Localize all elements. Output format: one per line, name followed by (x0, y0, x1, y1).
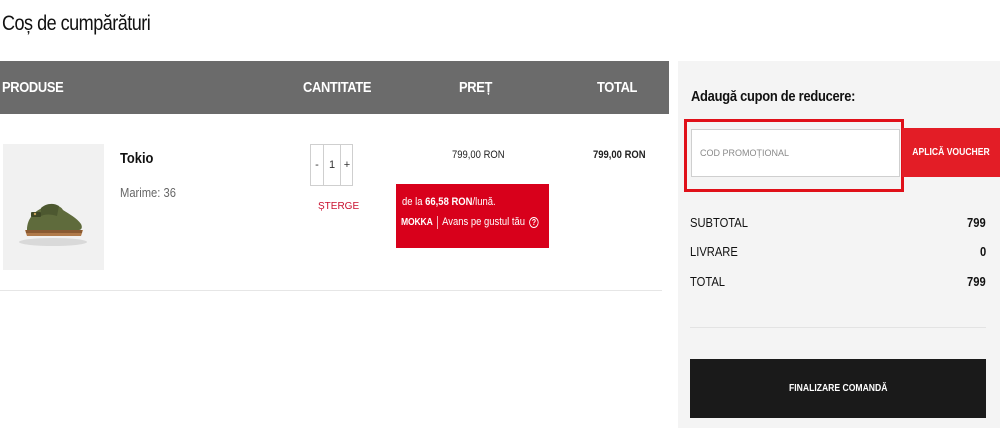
product-size: Marime: 36 (120, 185, 176, 200)
total-label: TOTAL (690, 274, 726, 289)
mokka-installment-banner[interactable]: de la 66,58 RON/lună. MOKKA Avans pe gus… (396, 184, 549, 248)
product-name[interactable]: Tokio (120, 150, 153, 167)
product-image[interactable] (3, 144, 104, 270)
mokka-tagline: Avans pe gustul tău (442, 216, 526, 228)
order-summary-panel: Adaugă cupon de reducere: APLICĂ VOUCHER… (678, 61, 1000, 428)
subtotal-line: SUBTOTAL 799 (690, 215, 986, 233)
mokka-brand-line: MOKKA Avans pe gustul tău ? (401, 214, 539, 230)
cart-item-row: Tokio Marime: 36 - 1 + ȘTERGE 799,00 RON… (0, 114, 662, 291)
info-icon[interactable]: ? (529, 216, 539, 228)
green-clog-shoe-icon (19, 203, 87, 246)
header-products: PRODUSE (2, 79, 64, 96)
apply-voucher-button[interactable]: APLICĂ VOUCHER (902, 128, 1000, 177)
coupon-code-input[interactable] (691, 129, 900, 177)
unit-price: 799,00 RON (452, 149, 505, 161)
remove-item-link[interactable]: ȘTERGE (318, 201, 359, 212)
header-price: PREȚ (459, 79, 493, 96)
summary-divider (690, 327, 986, 328)
cart-table-header: PRODUSE CANTITATE PREȚ TOTAL (0, 61, 669, 114)
mokka-prefix: de la (402, 196, 426, 208)
subtotal-label: SUBTOTAL (690, 215, 748, 230)
checkout-button[interactable]: FINALIZARE COMANDĂ (690, 359, 986, 418)
shipping-value: 0 (979, 244, 986, 259)
subtotal-value: 799 (967, 215, 986, 230)
apply-voucher-label: APLICĂ VOUCHER (912, 147, 990, 158)
mokka-amount: 66,58 RON (425, 196, 473, 208)
shipping-line: LIVRARE 0 (690, 244, 986, 262)
mokka-suffix: /lună. (472, 196, 496, 208)
qty-decrease-button[interactable]: - (311, 145, 324, 185)
header-total: TOTAL (597, 79, 638, 96)
quantity-stepper: - 1 + (310, 144, 353, 186)
header-quantity: CANTITATE (303, 79, 372, 96)
qty-value[interactable]: 1 (324, 145, 340, 185)
mokka-installment-text: de la 66,58 RON/lună. (402, 196, 496, 208)
page-title: Coș de cumpărături (2, 12, 151, 35)
mokka-logo: MOKKA (401, 216, 433, 228)
mokka-separator (436, 215, 438, 229)
total-value: 799 (967, 274, 986, 289)
shipping-label: LIVRARE (690, 244, 738, 259)
total-line: TOTAL 799 (690, 274, 986, 292)
checkout-label: FINALIZARE COMANDĂ (788, 383, 888, 394)
qty-increase-button[interactable]: + (340, 145, 353, 185)
coupon-title: Adaugă cupon de reducere: (691, 88, 856, 105)
line-total: 799,00 RON (593, 149, 646, 161)
